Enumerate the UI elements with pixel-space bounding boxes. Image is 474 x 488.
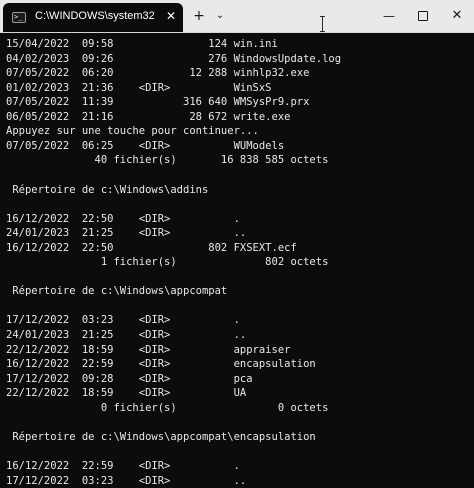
terminal-window: >_ C:\WINDOWS\system32\cmd. ✕ + ⌄ — ✕ 15…: [0, 0, 474, 488]
console-line: 0 fichier(s) 0 octets: [6, 401, 329, 414]
console-line: Répertoire de c:\Windows\appcompat\encap…: [6, 430, 316, 443]
console-output[interactable]: 15/04/2022 09:58 124 win.ini 04/02/2023 0…: [0, 33, 474, 488]
console-line: Répertoire de c:\Windows\addins: [6, 183, 209, 196]
console-line: 15/04/2022 09:58 124 win.ini: [6, 38, 278, 50]
console-line: 07/05/2022 06:20 12 288 winhlp32.exe: [6, 67, 310, 80]
console-line: 16/12/2022 22:59 <DIR> .: [6, 459, 240, 472]
console-line: 24/01/2023 21:25 <DIR> ..: [6, 227, 247, 240]
tab-cmd[interactable]: >_ C:\WINDOWS\system32\cmd. ✕: [3, 3, 183, 32]
console-line: 07/05/2022 11:39 316 640 WMSysPr9.prx: [6, 96, 310, 109]
console-line: 17/12/2022 03:23 <DIR> .: [6, 314, 240, 327]
new-tab-button[interactable]: +: [190, 4, 208, 28]
window-close-button[interactable]: ✕: [440, 4, 474, 28]
console-line: 24/01/2023 21:25 <DIR> ..: [6, 329, 247, 341]
console-line: 40 fichier(s) 16 838 585 octets: [6, 154, 329, 167]
console-line: 16/12/2022 22:50 802 FXSEXT.ecf: [6, 241, 297, 254]
console-line: 01/02/2023 21:36 <DIR> WinSxS: [6, 81, 272, 94]
console-line: 22/12/2022 18:59 <DIR> UA: [6, 387, 247, 400]
minimize-button[interactable]: —: [372, 4, 406, 28]
console-line: 07/05/2022 06:25 <DIR> WUModels: [6, 139, 285, 152]
console-line: 16/12/2022 22:59 <DIR> encapsulation: [6, 358, 316, 371]
console-line: 17/12/2022 03:23 <DIR> ..: [6, 474, 247, 487]
console-line: 04/02/2023 09:26 276 WindowsUpdate.log: [6, 52, 342, 65]
prompt-glyph: >_: [14, 13, 23, 21]
console-line: 06/05/2022 21:16 28 672 write.exe: [6, 110, 291, 123]
console-line: 16/12/2022 22:50 <DIR> .: [6, 212, 240, 225]
title-bar[interactable]: >_ C:\WINDOWS\system32\cmd. ✕ + ⌄ — ✕: [0, 0, 474, 33]
maximize-button[interactable]: [406, 4, 440, 28]
maximize-icon: [418, 11, 428, 21]
console-line: 22/12/2022 18:59 <DIR> appraiser: [6, 343, 291, 356]
command-prompt-icon: >_: [12, 12, 26, 23]
text-cursor-icon: [318, 16, 328, 32]
console-line: Répertoire de c:\Windows\appcompat: [6, 285, 228, 298]
tab-title: C:\WINDOWS\system32\cmd.: [35, 10, 155, 22]
console-line: Appuyez sur une touche pour continuer...: [6, 125, 259, 138]
tab-close-icon[interactable]: ✕: [163, 8, 179, 24]
console-line: 1 fichier(s) 802 octets: [6, 256, 329, 269]
chevron-down-icon[interactable]: ⌄: [212, 4, 228, 28]
console-line: 17/12/2022 09:28 <DIR> pca: [6, 372, 253, 385]
